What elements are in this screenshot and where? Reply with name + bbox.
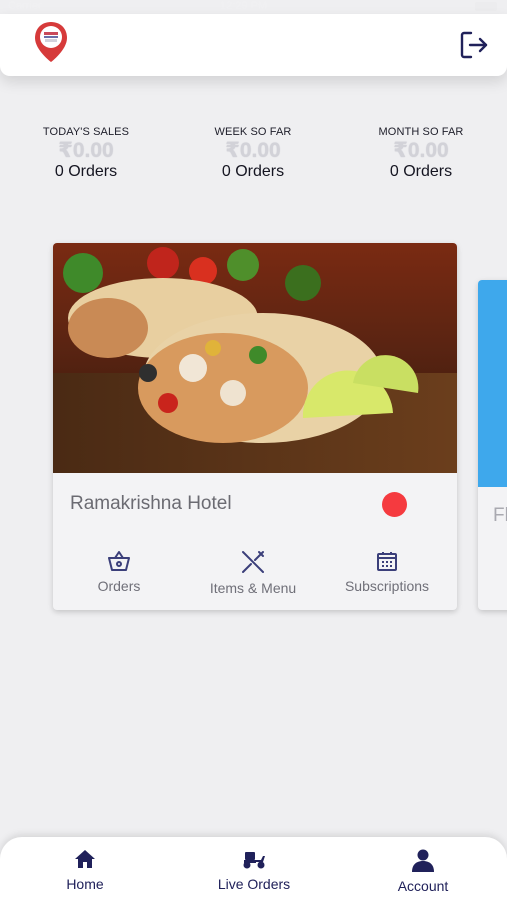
orders-button[interactable]: Orders: [59, 549, 179, 594]
stat-month: MONTH SO FAR ₹0.00 0 Orders: [341, 126, 501, 181]
carrier-label: Carrier: [8, 0, 42, 12]
nav-home[interactable]: Home: [25, 848, 145, 892]
nav-home-label: Home: [66, 876, 104, 892]
basket-icon: [108, 551, 130, 571]
stat-orders: 0 Orders: [54, 163, 118, 180]
calendar-icon: [377, 552, 397, 571]
battery-icon: [475, 2, 497, 11]
orders-label: Orders: [97, 578, 141, 594]
clock: 12:29 PM: [220, 0, 268, 12]
items-menu-label: Items & Menu: [209, 580, 297, 596]
food-wrap-image: [53, 243, 457, 473]
next-store-name: Fl: [493, 505, 507, 526]
fork-knife-icon: [242, 551, 264, 573]
status-bar: Carrier 12:29 PM: [0, 0, 507, 14]
stat-label: TODAY'S SALES: [42, 126, 130, 138]
stat-orders: 0 Orders: [389, 163, 453, 180]
store-name: Ramakrishna Hotel: [70, 493, 232, 514]
home-icon: [75, 850, 95, 868]
store-location-pin-icon: [35, 22, 67, 62]
store-card[interactable]: Ramakrishna Hotel Orders Items & Menu Su…: [53, 243, 457, 610]
stat-week: WEEK SO FAR ₹0.00 0 Orders: [173, 126, 333, 181]
stat-label: WEEK SO FAR: [214, 126, 292, 138]
stat-orders: 0 Orders: [221, 163, 285, 180]
stat-today: TODAY'S SALES ₹0.00 0 Orders: [6, 126, 166, 181]
next-store-card[interactable]: Fl: [478, 280, 507, 610]
logout-icon[interactable]: [458, 29, 490, 61]
stat-label: MONTH SO FAR: [378, 126, 464, 138]
next-store-image: [478, 280, 507, 487]
stat-amount: ₹0.00: [393, 139, 449, 162]
stat-amount: ₹0.00: [58, 139, 114, 162]
items-menu-button[interactable]: Items & Menu: [193, 549, 313, 596]
user-icon: [412, 849, 434, 872]
nav-account[interactable]: Account: [363, 848, 483, 894]
scooter-icon: [243, 852, 265, 869]
subscriptions-button[interactable]: Subscriptions: [327, 549, 447, 594]
nav-live-orders-label: Live Orders: [217, 876, 291, 892]
app-header: [0, 14, 507, 76]
store-status-indicator: [382, 492, 407, 517]
nav-live-orders[interactable]: Live Orders: [194, 848, 314, 892]
stat-amount: ₹0.00: [225, 139, 281, 162]
bottom-navigation: Home Live Orders Account: [0, 837, 507, 900]
sales-summary: TODAY'S SALES ₹0.00 0 Orders WEEK SO FAR…: [0, 126, 507, 196]
nav-account-label: Account: [397, 878, 449, 894]
subscriptions-label: Subscriptions: [344, 578, 430, 594]
